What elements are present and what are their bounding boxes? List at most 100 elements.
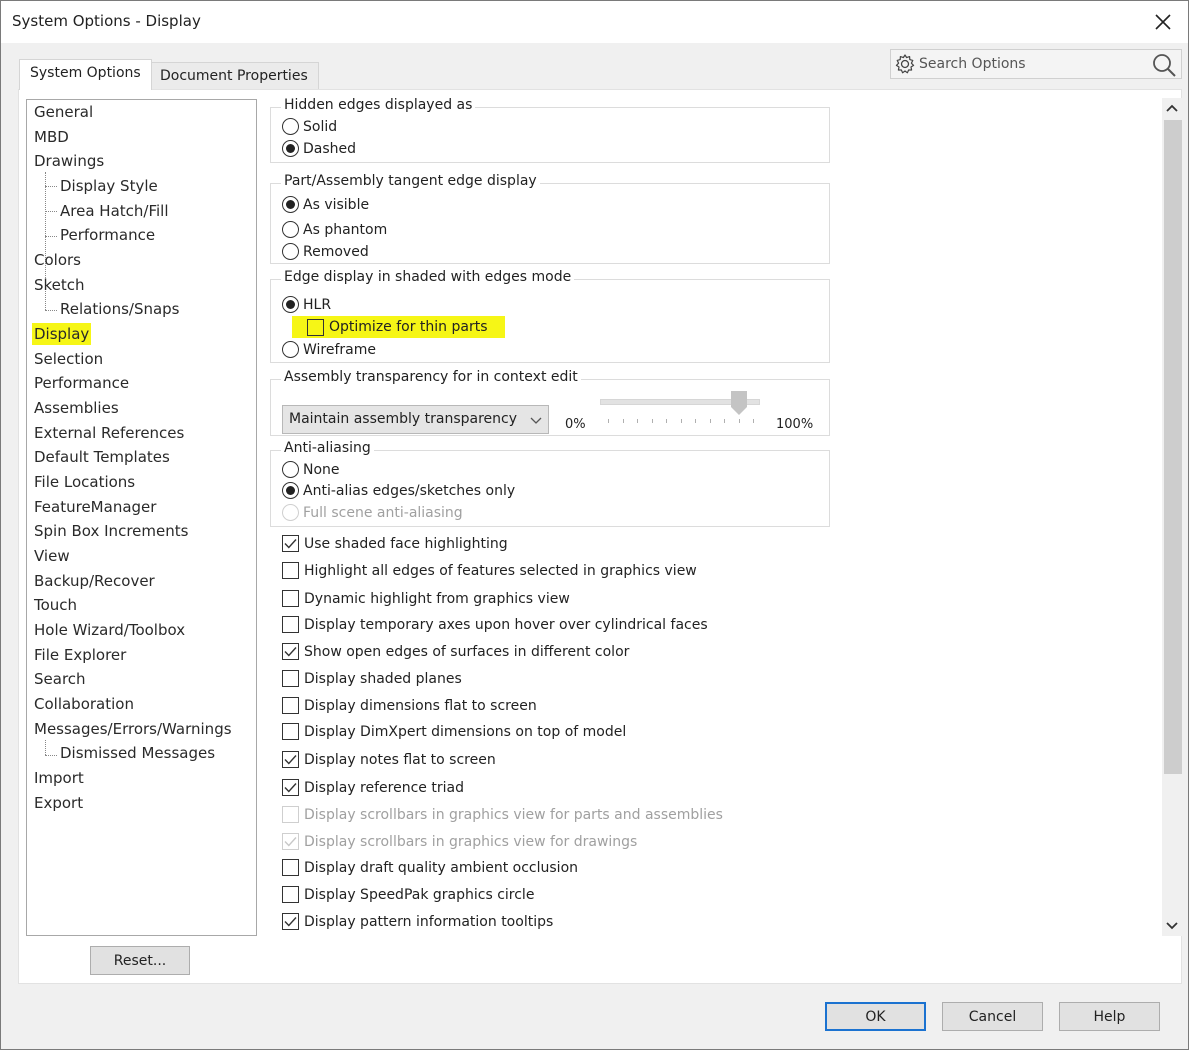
tree-connector [45, 186, 57, 187]
tree-item-selection[interactable]: Selection [34, 348, 103, 370]
tree-item-hole-wizard-toolbox[interactable]: Hole Wizard/Toolbox [34, 619, 185, 641]
ok-button[interactable]: OK [825, 1002, 926, 1031]
transparency-slider-thumb[interactable] [730, 391, 747, 415]
radio-aa-none[interactable]: None [282, 461, 340, 478]
tree-item-dismissed-messages[interactable]: Dismissed Messages [60, 742, 215, 764]
search-options-box [890, 49, 1182, 79]
checkbox[interactable] [307, 318, 324, 336]
cancel-button[interactable]: Cancel [942, 1002, 1043, 1031]
checkbox-option[interactable]: Display notes flat to screen [282, 751, 496, 768]
radio-wireframe[interactable]: Wireframe [282, 341, 376, 358]
checkbox[interactable] [282, 590, 299, 607]
checkbox[interactable] [282, 723, 299, 740]
close-x-icon [1155, 14, 1171, 30]
checkbox-option[interactable]: Display draft quality ambient occlusion [282, 859, 578, 876]
radio-hlr[interactable]: HLR [282, 296, 331, 313]
tree-item-general[interactable]: General [34, 101, 93, 123]
tab-document-properties[interactable]: Document Properties [149, 62, 319, 90]
checkbox-option[interactable]: Display temporary axes upon hover over c… [282, 616, 708, 633]
radio-label: HLR [303, 296, 332, 313]
tree-item-backup-recover[interactable]: Backup/Recover [34, 570, 155, 592]
checkbox-option[interactable]: Display reference triad [282, 779, 464, 796]
radio-button[interactable] [282, 461, 299, 478]
tree-item-performance[interactable]: Performance [34, 372, 129, 394]
tree-item-default-templates[interactable]: Default Templates [34, 446, 170, 468]
scroll-up-button[interactable] [1162, 98, 1182, 118]
tree-item-display[interactable]: Display [32, 323, 92, 345]
checkbox-option[interactable]: Display DimXpert dimensions on top of mo… [282, 723, 626, 740]
radio-button[interactable] [282, 296, 299, 313]
checkbox-label: Display shaded planes [304, 670, 462, 687]
tree-connector [45, 755, 57, 756]
radio-button[interactable] [282, 118, 299, 135]
radio-button[interactable] [282, 341, 299, 358]
tree-item-drawings[interactable]: Drawings [34, 150, 104, 172]
checkbox[interactable] [282, 643, 299, 660]
tree-item-search[interactable]: Search [34, 668, 86, 690]
tree-item-touch[interactable]: Touch [34, 594, 77, 616]
checkbox-option[interactable]: Show open edges of surfaces in different… [282, 643, 629, 660]
tree-item-area-hatch-fill[interactable]: Area Hatch/Fill [60, 200, 169, 222]
checkbox-option: Display scrollbars in graphics view for … [282, 806, 723, 823]
tree-item-relations-snaps[interactable]: Relations/Snaps [60, 298, 180, 320]
scroll-down-button[interactable] [1162, 916, 1182, 936]
checkbox[interactable] [282, 751, 299, 768]
radio-as-phantom[interactable]: As phantom [282, 221, 387, 238]
tree-item-assemblies[interactable]: Assemblies [34, 397, 119, 419]
scroll-thumb[interactable] [1164, 120, 1182, 774]
checkbox[interactable] [282, 562, 299, 579]
checkbox[interactable] [282, 697, 299, 714]
checkbox-optimize-thin-parts[interactable]: Optimize for thin parts [292, 316, 505, 338]
checkbox[interactable] [282, 670, 299, 687]
tab-system-options[interactable]: System Options [19, 59, 152, 90]
checkmark-icon [284, 755, 297, 765]
checkbox[interactable] [282, 913, 299, 930]
close-button[interactable] [1148, 7, 1178, 37]
checkbox[interactable] [282, 859, 299, 876]
tree-item-messages-errors-warnings[interactable]: Messages/Errors/Warnings [34, 718, 232, 740]
checkbox[interactable] [282, 779, 299, 796]
checkbox-option[interactable]: Highlight all edges of features selected… [282, 562, 697, 579]
checkbox-option[interactable]: Use shaded face highlighting [282, 535, 508, 552]
search-input[interactable] [919, 53, 1139, 75]
search-icon[interactable] [1151, 52, 1177, 82]
tree-item-mbd[interactable]: MBD [34, 126, 69, 148]
checkbox-option[interactable]: Display shaded planes [282, 670, 462, 687]
tree-item-display-style[interactable]: Display Style [60, 175, 158, 197]
tree-item-drawings-performance[interactable]: Performance [60, 224, 155, 246]
checkbox[interactable] [282, 535, 299, 552]
tree-item-export[interactable]: Export [34, 792, 83, 814]
checkbox-option[interactable]: Display pattern information tooltips [282, 913, 553, 930]
radio-dashed[interactable]: Dashed [282, 140, 356, 157]
radio-button[interactable] [282, 243, 299, 260]
radio-aa-edges-sketches[interactable]: Anti-alias edges/sketches only [282, 482, 515, 499]
radio-removed[interactable]: Removed [282, 243, 369, 260]
tree-item-featuremanager[interactable]: FeatureManager [34, 496, 156, 518]
options-tree: General MBD Drawings Display Style Area … [26, 99, 257, 936]
checkbox-option[interactable]: Display SpeedPak graphics circle [282, 886, 534, 903]
radio-button[interactable] [282, 140, 299, 157]
reset-button[interactable]: Reset... [90, 946, 190, 975]
tree-item-collaboration[interactable]: Collaboration [34, 693, 134, 715]
tree-item-spin-box-increments[interactable]: Spin Box Increments [34, 520, 188, 542]
radio-solid[interactable]: Solid [282, 118, 337, 135]
tree-item-colors[interactable]: Colors [34, 249, 81, 271]
transparency-dropdown[interactable]: Maintain assembly transparency [282, 405, 549, 434]
radio-button[interactable] [282, 196, 299, 213]
vertical-scrollbar[interactable] [1162, 98, 1182, 936]
checkbox-option[interactable]: Display dimensions flat to screen [282, 697, 537, 714]
radio-button[interactable] [282, 221, 299, 238]
tree-item-import[interactable]: Import [34, 767, 84, 789]
checkbox-option[interactable]: Dynamic highlight from graphics view [282, 590, 570, 607]
tree-item-sketch[interactable]: Sketch [34, 274, 85, 296]
radio-as-visible[interactable]: As visible [282, 196, 369, 213]
tree-item-file-explorer[interactable]: File Explorer [34, 644, 126, 666]
gear-icon[interactable] [894, 53, 916, 79]
help-button[interactable]: Help [1059, 1002, 1160, 1031]
tree-item-view[interactable]: View [34, 545, 70, 567]
checkbox[interactable] [282, 616, 299, 633]
tree-item-file-locations[interactable]: File Locations [34, 471, 135, 493]
radio-button[interactable] [282, 482, 299, 499]
checkbox[interactable] [282, 886, 299, 903]
tree-item-external-references[interactable]: External References [34, 422, 184, 444]
